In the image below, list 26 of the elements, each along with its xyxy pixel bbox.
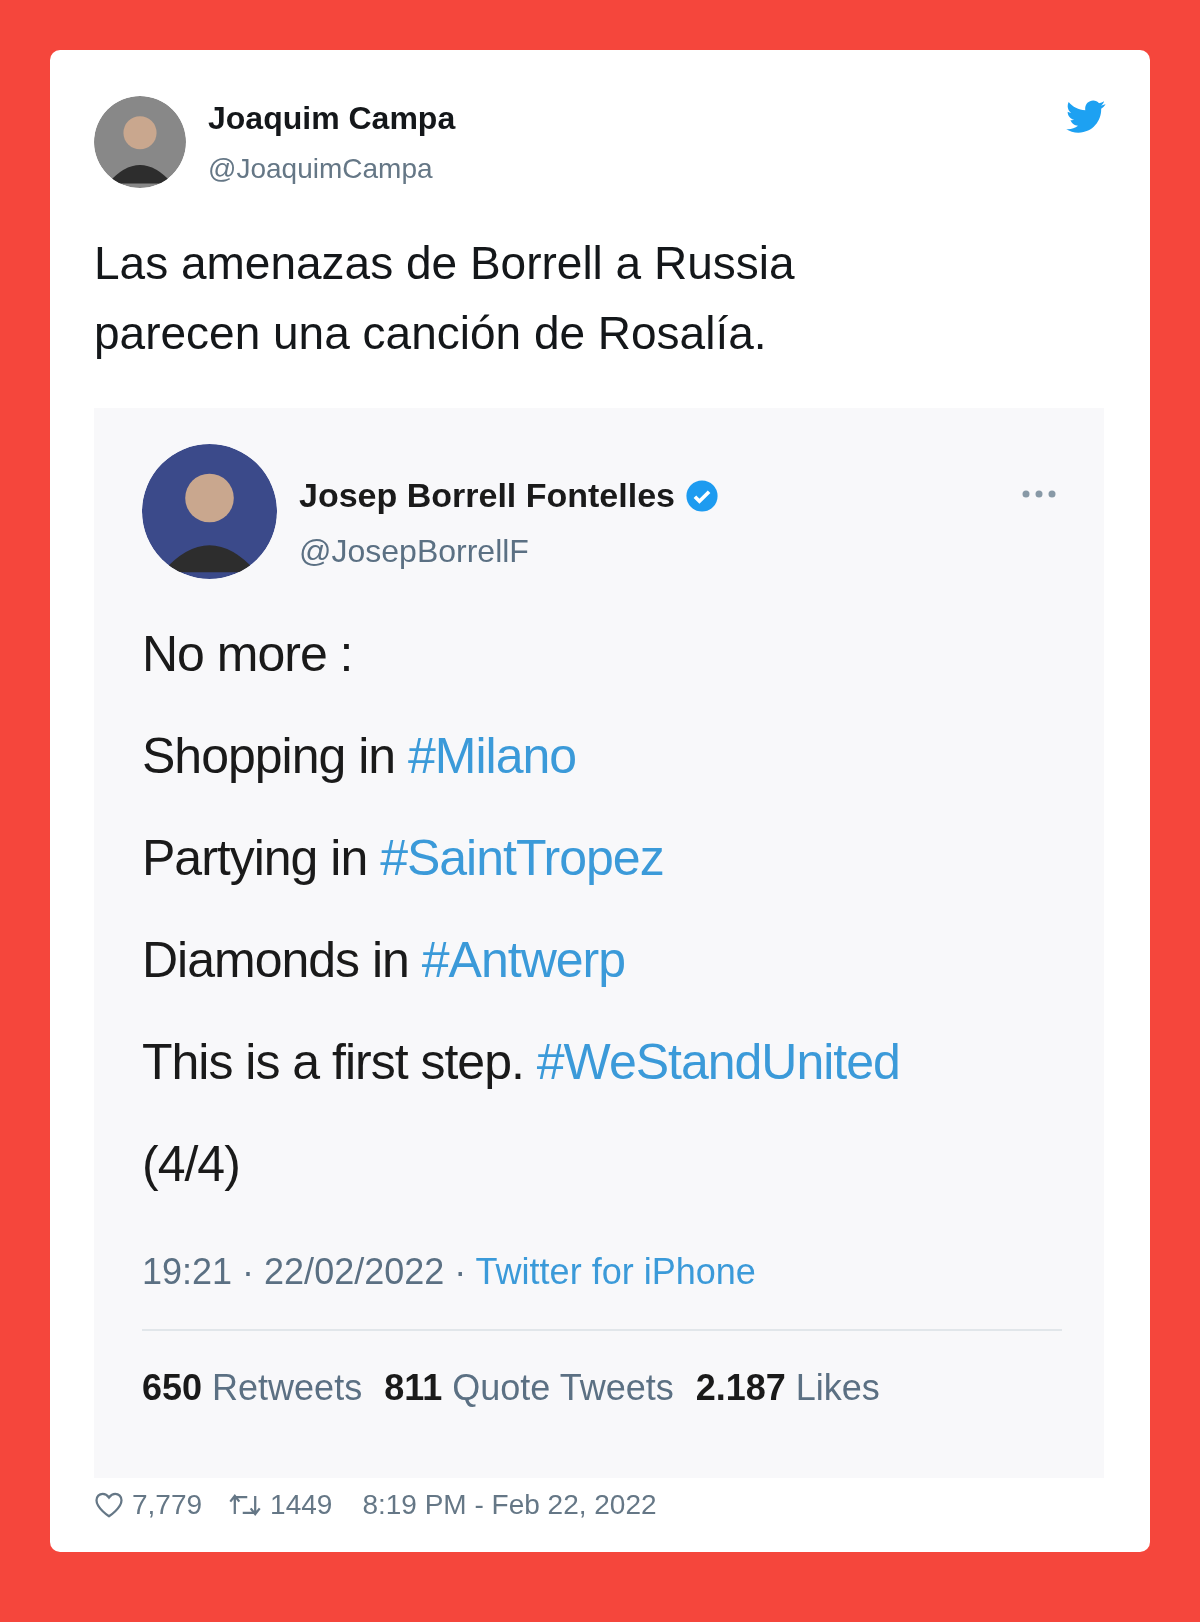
bird-icon bbox=[1066, 100, 1106, 134]
tweet-line: Shopping in #Milano bbox=[142, 731, 577, 781]
tweet-line: No more : bbox=[142, 629, 353, 679]
author-handle: @JoaquimCampa bbox=[208, 152, 434, 186]
more-icon[interactable] bbox=[1022, 490, 1056, 498]
tweet-date: 8:19 PM - Feb 22, 2022 bbox=[362, 1488, 657, 1522]
hashtag-link[interactable]: #Antwerp bbox=[421, 932, 626, 988]
stat-text: 811 Quote Tweets bbox=[384, 1366, 674, 1410]
heart-icon[interactable] bbox=[94, 1491, 124, 1519]
like-count: 7,779 bbox=[132, 1488, 203, 1522]
hashtag-link[interactable]: #WeStandUnited bbox=[536, 1034, 900, 1090]
author-handle: @JosepBorrellF bbox=[299, 532, 530, 571]
tweet-line: (4/4) bbox=[142, 1139, 240, 1189]
stat-text: 650 Retweets bbox=[142, 1366, 363, 1410]
author-name: Joaquim Campa bbox=[208, 99, 456, 138]
retweet-count: 1449 bbox=[270, 1488, 333, 1522]
timestamp: 19:21 · 22/02/2022 · Twitter for iPhone bbox=[142, 1250, 756, 1294]
hashtag-link[interactable]: #SaintTropez bbox=[380, 830, 664, 886]
tweet-text: Las amenazas de Borrell a Russia parecen una canción de Rosalía. bbox=[94, 236, 796, 361]
stat-text: 2.187 Likes bbox=[695, 1366, 880, 1410]
author-name: Josep Borrell Fontelles bbox=[299, 475, 675, 516]
tweet-line: Partying in #SaintTropez bbox=[142, 833, 664, 883]
tweet-line: This is a first step. #WeStandUnited bbox=[142, 1037, 900, 1087]
source-link[interactable]: Twitter for iPhone bbox=[475, 1251, 756, 1292]
hashtag-link[interactable]: #Milano bbox=[408, 728, 577, 784]
tweet-line: Diamonds in #Antwerp bbox=[142, 935, 626, 985]
